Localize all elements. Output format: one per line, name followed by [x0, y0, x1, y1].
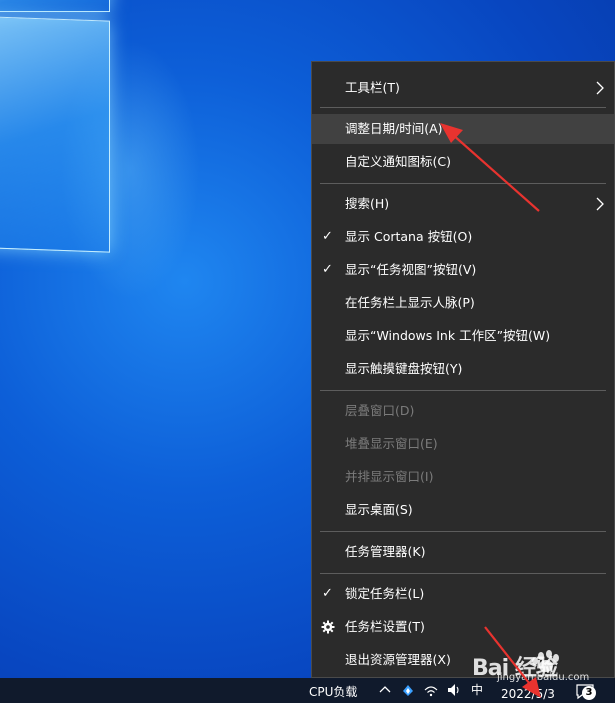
menu-separator [320, 107, 606, 108]
menu-item-label: 显示“任务视图”按钮(V) [345, 262, 477, 277]
taskbar-date[interactable]: 2022/5/3 [501, 686, 555, 702]
menu-item-taskbar-settings[interactable]: 任务栏设置(T) [312, 612, 614, 642]
chevron-up-icon[interactable] [378, 682, 392, 698]
menu-item-label: 在任务栏上显示人脉(P) [345, 295, 475, 310]
menu-item-label: 任务栏设置(T) [345, 619, 425, 634]
menu-item-label: 任务管理器(K) [345, 544, 426, 559]
chevron-right-icon [596, 197, 604, 211]
menu-item-lock-taskbar[interactable]: ✓ 锁定任务栏(L) [312, 579, 614, 609]
wallpaper-window-pane [0, 15, 110, 253]
checkmark-icon: ✓ [322, 262, 333, 277]
menu-item-label: 层叠窗口(D) [345, 403, 415, 418]
menu-item-show-cortana-button[interactable]: ✓ 显示 Cortana 按钮(O) [312, 222, 614, 252]
menu-item-cascade-windows: 层叠窗口(D) [312, 396, 614, 426]
tray-app-icon[interactable] [401, 682, 415, 698]
menu-item-show-windows-ink[interactable]: 显示“Windows Ink 工作区”按钮(W) [312, 321, 614, 351]
menu-item-search[interactable]: 搜索(H) [312, 189, 614, 219]
checkmark-icon: ✓ [322, 229, 333, 244]
wallpaper-window-pane [0, 0, 110, 12]
menu-item-label: 工具栏(T) [345, 80, 400, 95]
menu-item-toolbars[interactable]: 工具栏(T) [312, 73, 614, 103]
menu-item-adjust-date-time[interactable]: 调整日期/时间(A) [312, 114, 614, 144]
menu-item-label: 搜索(H) [345, 196, 390, 211]
menu-item-label: 显示 Cortana 按钮(O) [345, 229, 473, 244]
menu-item-show-task-view-button[interactable]: ✓ 显示“任务视图”按钮(V) [312, 255, 614, 285]
menu-item-label: 并排显示窗口(I) [345, 469, 434, 484]
menu-item-label: 显示“Windows Ink 工作区”按钮(W) [345, 328, 551, 343]
menu-item-label: 显示桌面(S) [345, 502, 413, 517]
menu-item-task-manager[interactable]: 任务管理器(K) [312, 537, 614, 567]
taskbar-context-menu: 工具栏(T) 调整日期/时间(A) 自定义通知图标(C) 搜索(H) ✓ 显示 … [311, 61, 615, 678]
menu-item-label: 自定义通知图标(C) [345, 154, 451, 169]
chevron-right-icon [596, 81, 604, 95]
menu-separator [320, 183, 606, 184]
notification-count-badge: 3 [582, 686, 596, 700]
menu-item-show-desktop[interactable]: 显示桌面(S) [312, 495, 614, 525]
menu-item-customize-notification-icons[interactable]: 自定义通知图标(C) [312, 147, 614, 177]
menu-item-show-people[interactable]: 在任务栏上显示人脉(P) [312, 288, 614, 318]
menu-item-label: 堆叠显示窗口(E) [345, 436, 438, 451]
menu-item-label: 调整日期/时间(A) [345, 121, 443, 136]
checkmark-icon: ✓ [322, 586, 333, 601]
menu-separator [320, 531, 606, 532]
watermark-url: jingyan.baidu.com [497, 672, 590, 683]
menu-item-label: 退出资源管理器(X) [345, 652, 451, 667]
wifi-icon[interactable] [424, 682, 438, 698]
volume-icon[interactable] [447, 682, 461, 698]
menu-item-show-touch-keyboard[interactable]: 显示触摸键盘按钮(Y) [312, 354, 614, 384]
menu-separator [320, 390, 606, 391]
menu-item-stack-windows: 堆叠显示窗口(E) [312, 429, 614, 459]
menu-item-label: 显示触摸键盘按钮(Y) [345, 361, 463, 376]
menu-item-side-by-side-windows: 并排显示窗口(I) [312, 462, 614, 492]
menu-separator [320, 573, 606, 574]
gear-icon [321, 620, 335, 634]
cpu-load-label[interactable]: CPU负载 [309, 683, 357, 701]
menu-item-label: 锁定任务栏(L) [345, 586, 425, 601]
